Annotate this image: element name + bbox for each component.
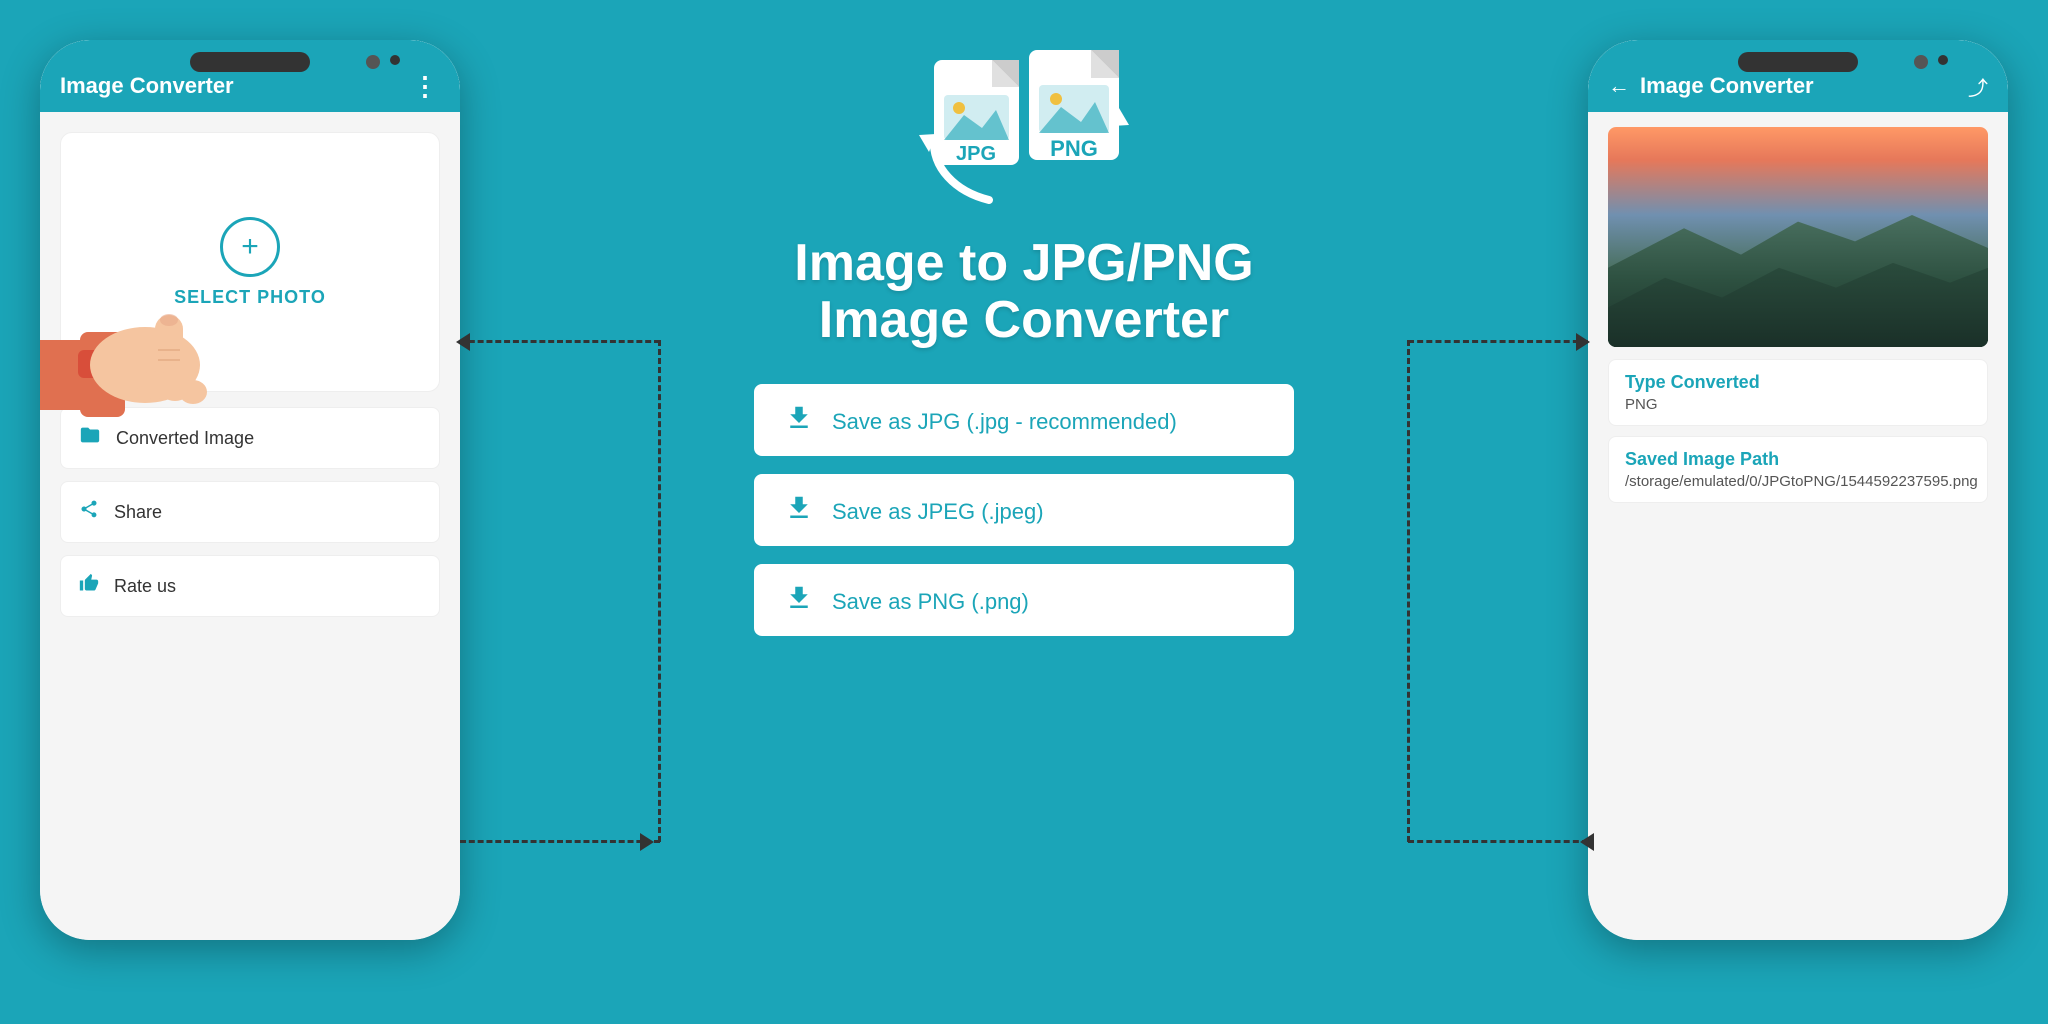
type-converted-card: Type Converted PNG bbox=[1608, 359, 1988, 426]
type-converted-label: Type Converted bbox=[1625, 372, 1971, 393]
saved-path-card: Saved Image Path /storage/emulated/0/JPG… bbox=[1608, 436, 1988, 503]
left-menu-icon[interactable]: ⋮ bbox=[412, 71, 440, 102]
vert-dashed-left bbox=[658, 340, 661, 842]
add-icon[interactable]: + bbox=[220, 217, 280, 277]
share-label: Share bbox=[114, 502, 162, 523]
rate-us-item[interactable]: Rate us bbox=[60, 555, 440, 617]
phone-notch-right bbox=[1738, 52, 1858, 72]
converter-icons: JPG PNG bbox=[874, 30, 1174, 230]
save-jpg-button[interactable]: Save as JPG (.jpg - recommended) bbox=[754, 384, 1294, 456]
converted-image-display bbox=[1608, 127, 1988, 347]
right-phone-screen: ← Image Converter ⤴ Type Converted PNG S… bbox=[1588, 40, 2008, 940]
phone-camera2-right bbox=[1938, 55, 1948, 65]
phone-notch-left bbox=[190, 52, 310, 72]
back-button[interactable]: ← bbox=[1608, 73, 1630, 99]
phone-camera-left bbox=[366, 55, 380, 69]
save-png-button[interactable]: Save as PNG (.png) bbox=[754, 564, 1294, 636]
phone-camera-right bbox=[1914, 55, 1928, 69]
right-arrow-bottom bbox=[1580, 833, 1594, 851]
right-dashed-line-bottom bbox=[1408, 840, 1588, 843]
app-title: Image to JPG/PNG Image Converter bbox=[794, 235, 1253, 349]
left-arrow-bottom bbox=[640, 833, 654, 851]
saved-path-label: Saved Image Path bbox=[1625, 449, 1971, 470]
left-dashed-line-bottom bbox=[460, 840, 660, 843]
left-phone-screen: Image Converter ⋮ + SELECT PHOTO Convert… bbox=[40, 40, 460, 940]
right-arrow-head-top bbox=[1576, 333, 1590, 351]
center-section: JPG PNG Image to JPG/PNG Image Converter bbox=[674, 0, 1374, 1024]
left-app-bar: Image Converter ⋮ bbox=[40, 40, 460, 112]
left-dashed-line bbox=[460, 340, 660, 343]
save-jpg-label: Save as JPG (.jpg - recommended) bbox=[832, 405, 1177, 436]
share-button[interactable]: ⤴ bbox=[1968, 72, 1988, 101]
share-item[interactable]: Share bbox=[60, 481, 440, 543]
hand-pointer bbox=[40, 260, 220, 445]
phone-camera2-left bbox=[390, 55, 400, 65]
saved-path-value: /storage/emulated/0/JPGtoPNG/15445922375… bbox=[1625, 473, 1971, 490]
right-app-bar: ← Image Converter ⤴ bbox=[1588, 40, 2008, 112]
type-converted-value: PNG bbox=[1625, 396, 1971, 413]
save-jpeg-label: Save as JPEG (.jpeg) bbox=[832, 495, 1044, 526]
download-jpg-icon bbox=[784, 403, 814, 438]
vert-dashed-right bbox=[1407, 340, 1410, 842]
save-png-label: Save as PNG (.png) bbox=[832, 585, 1029, 616]
download-png-icon bbox=[784, 583, 814, 618]
svg-text:JPG: JPG bbox=[956, 143, 996, 165]
right-dashed-line-top bbox=[1408, 340, 1588, 343]
download-jpeg-icon bbox=[784, 493, 814, 528]
save-jpeg-button[interactable]: Save as JPEG (.jpeg) bbox=[754, 474, 1294, 546]
left-app-title: Image Converter bbox=[60, 73, 412, 99]
left-phone: Image Converter ⋮ + SELECT PHOTO Convert… bbox=[40, 40, 460, 940]
mountain-image bbox=[1608, 127, 1988, 347]
rate-us-label: Rate us bbox=[114, 576, 176, 597]
right-app-title: Image Converter bbox=[1640, 73, 1968, 99]
thumbup-icon bbox=[79, 573, 99, 599]
left-arrow-head bbox=[456, 333, 470, 351]
right-phone: ← Image Converter ⤴ Type Converted PNG S… bbox=[1588, 40, 2008, 940]
share-icon bbox=[79, 499, 99, 525]
svg-text:PNG: PNG bbox=[1050, 136, 1098, 161]
